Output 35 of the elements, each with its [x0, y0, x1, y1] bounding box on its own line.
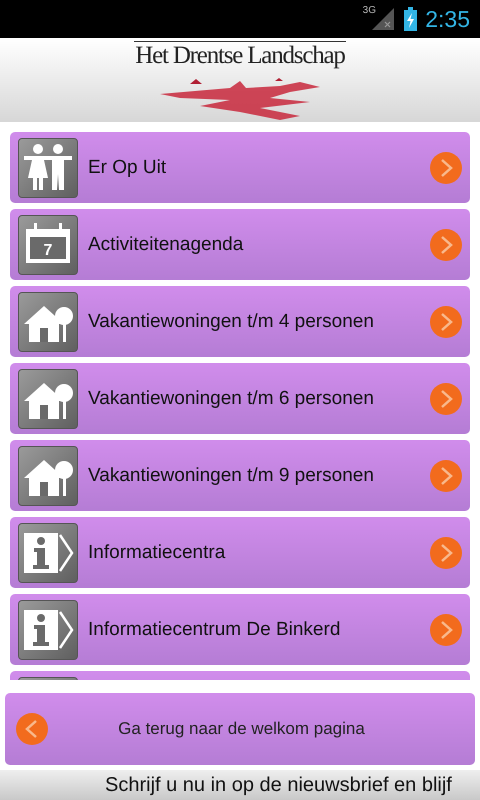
menu-item[interactable]: Vakantiewoningen t/m 9 personen [10, 440, 470, 511]
chevron-right-icon [430, 306, 462, 338]
menu-label: Activiteitenagenda [88, 234, 244, 256]
people-icon [18, 138, 78, 198]
menu-item[interactable]: Vakantiewoningen t/m 4 personen [10, 286, 470, 357]
menu-label: Informatiecentrum De Binkerd [88, 618, 342, 640]
chevron-right-icon [430, 614, 462, 646]
network-label: 3G [362, 5, 376, 16]
chevron-right-icon [430, 536, 462, 568]
menu-item[interactable]: Informatiecentra [10, 517, 470, 588]
chevron-left-icon [16, 713, 48, 745]
back-button[interactable]: Ga terug naar de welkom pagina [5, 693, 475, 765]
chevron-right-icon [430, 152, 462, 184]
menu-label: Vakantiewoningen t/m 6 personen [88, 388, 375, 410]
house-icon [18, 292, 78, 352]
menu-item[interactable]: Informatiecentrum De Binkerd [10, 594, 470, 665]
chevron-right-icon [430, 460, 462, 492]
menu-label: Informatiecentra [88, 542, 226, 564]
clock: 2:35 [425, 6, 470, 32]
menu-item[interactable]: Vakantiewoningen t/m 6 personen [10, 363, 470, 434]
menu-label: Vakantiewoningen t/m 4 personen [88, 310, 375, 332]
menu-label: Er Op Uit [88, 156, 168, 178]
menu-item[interactable]: 7 Activiteitenagenda [10, 209, 470, 280]
calendar-icon: 7 [18, 214, 78, 274]
chevron-right-icon [430, 382, 462, 414]
info-icon [18, 522, 78, 582]
menu-label: Vakantiewoningen t/m 9 personen [88, 464, 375, 486]
menu-item[interactable]: Er Op Uit [10, 132, 470, 203]
battery-charging-icon [404, 7, 418, 31]
logo-title: Het Drentse Landschap [134, 41, 346, 70]
chevron-right-icon [430, 228, 462, 260]
info-icon [18, 600, 78, 660]
house-icon [18, 446, 78, 506]
newsletter-ticker: Schrijf u nu in op de nieuwsbrief en blijf [105, 774, 452, 796]
house-icon [18, 368, 78, 428]
